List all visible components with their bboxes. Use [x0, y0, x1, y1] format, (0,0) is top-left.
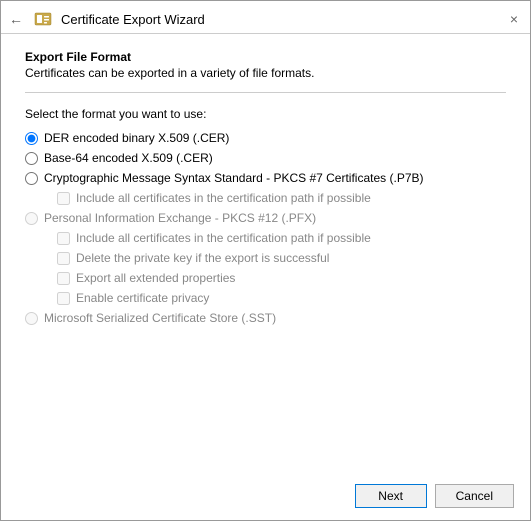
section-desc: Certificates can be exported in a variet…	[25, 66, 506, 80]
checkbox-pfx-include-label: Include all certificates in the certific…	[76, 231, 371, 245]
checkbox-option-pfx-delete[interactable]: Delete the private key if the export is …	[57, 251, 506, 265]
radio-option-der[interactable]: DER encoded binary X.509 (.CER)	[25, 131, 506, 145]
checkbox-option-pfx-include[interactable]: Include all certificates in the certific…	[57, 231, 506, 245]
wizard-icon	[33, 9, 53, 29]
cancel-button[interactable]: Cancel	[435, 484, 514, 508]
main-content: Export File Format Certificates can be e…	[1, 34, 530, 476]
radio-base64[interactable]	[25, 152, 38, 165]
radio-pfx-label: Personal Information Exchange - PKCS #12…	[44, 211, 316, 225]
radio-pkcs7-label[interactable]: Cryptographic Message Syntax Standard - …	[44, 171, 424, 185]
radio-option-base64[interactable]: Base-64 encoded X.509 (.CER)	[25, 151, 506, 165]
radio-sst[interactable]	[25, 312, 38, 325]
radio-sst-label: Microsoft Serialized Certificate Store (…	[44, 311, 276, 325]
checkbox-option-pfx-export-ext[interactable]: Export all extended properties	[57, 271, 506, 285]
checkbox-pfx-delete[interactable]	[57, 252, 70, 265]
checkbox-pfx-privacy[interactable]	[57, 292, 70, 305]
footer: Next Cancel	[1, 476, 530, 520]
radio-der[interactable]	[25, 132, 38, 145]
radio-option-sst[interactable]: Microsoft Serialized Certificate Store (…	[25, 311, 506, 325]
checkbox-option-pkcs7-include[interactable]: Include all certificates in the certific…	[57, 191, 506, 205]
checkbox-pfx-delete-label: Delete the private key if the export is …	[76, 251, 329, 265]
checkbox-pfx-include[interactable]	[57, 232, 70, 245]
radio-pkcs7[interactable]	[25, 172, 38, 185]
checkbox-option-pfx-privacy[interactable]: Enable certificate privacy	[57, 291, 506, 305]
back-button[interactable]: ←	[9, 11, 23, 27]
radio-base64-label[interactable]: Base-64 encoded X.509 (.CER)	[44, 151, 213, 165]
dialog-title: Certificate Export Wizard	[61, 12, 205, 27]
checkbox-pfx-export-ext-label: Export all extended properties	[76, 271, 235, 285]
content-divider	[25, 92, 506, 93]
format-select-label: Select the format you want to use:	[25, 107, 506, 121]
checkbox-pkcs7-include[interactable]	[57, 192, 70, 205]
radio-option-pkcs7[interactable]: Cryptographic Message Syntax Standard - …	[25, 171, 506, 185]
checkbox-pfx-privacy-label: Enable certificate privacy	[76, 291, 209, 305]
radio-option-pfx[interactable]: Personal Information Exchange - PKCS #12…	[25, 211, 506, 225]
title-bar-left: ← Certificate Export Wizard	[9, 9, 205, 29]
checkbox-pkcs7-include-label: Include all certificates in the certific…	[76, 191, 371, 205]
title-bar: ← Certificate Export Wizard ×	[1, 1, 530, 33]
radio-pfx[interactable]	[25, 212, 38, 225]
close-button[interactable]: ×	[506, 11, 522, 27]
radio-der-label[interactable]: DER encoded binary X.509 (.CER)	[44, 131, 229, 145]
section-header: Export File Format	[25, 50, 506, 64]
next-button[interactable]: Next	[355, 484, 427, 508]
checkbox-pfx-export-ext[interactable]	[57, 272, 70, 285]
